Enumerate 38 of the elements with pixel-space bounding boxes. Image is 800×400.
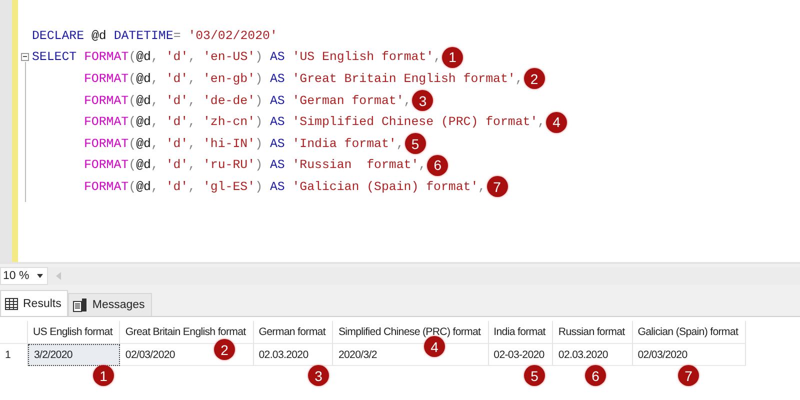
number-badge: 7: [678, 365, 699, 386]
message-document-icon: [73, 298, 88, 312]
number-badge: 5: [404, 133, 426, 154]
code-line: SELECT FORMAT(@d, 'd', 'en-US') AS 'US English format',: [32, 50, 442, 64]
caret-icon: [37, 274, 43, 278]
number-badge: 3: [308, 365, 329, 386]
column-header[interactable]: India format: [488, 321, 554, 344]
number-badge: 3: [412, 90, 434, 112]
grid-icon: [5, 298, 18, 310]
results-tab[interactable]: Results: [0, 290, 68, 316]
number-badge: 2: [214, 339, 235, 360]
zoom-dropdown[interactable]: 10 %: [0, 267, 48, 285]
number-badge: 6: [585, 365, 606, 386]
column-header[interactable]: Galician (Spain) format: [632, 321, 746, 344]
code-line: FORMAT(@d, 'd', 'ru-RU') AS 'Russian format',: [83, 158, 426, 172]
number-badge: 4: [546, 112, 568, 133]
header-corner: [0, 321, 28, 344]
code-line: FORMAT(@d, 'd', 'zh-cn') AS 'Simplified Chinese (PRC) format',: [83, 115, 546, 130]
number-badge: 4: [424, 336, 445, 357]
column-header[interactable]: German format: [254, 321, 334, 344]
column-header[interactable]: Russian format: [553, 321, 633, 344]
messages-tab[interactable]: Messages: [68, 293, 152, 316]
number-badge: 7: [486, 176, 508, 198]
code-line: FORMAT(@d, 'd', 'gl-ES') AS 'Galician (Spain) format',: [83, 180, 486, 194]
scrollbar[interactable]: [48, 267, 800, 285]
scroll-left-icon[interactable]: [56, 272, 61, 280]
number-badge: 1: [93, 365, 114, 386]
table-cell[interactable]: 02/03/2020: [632, 344, 746, 366]
number-badge: 5: [524, 365, 545, 386]
number-badge: 2: [524, 68, 545, 90]
table-cell[interactable]: 3/2/2020: [28, 344, 120, 366]
code-line: DECLARE @d DATETIME= '03/02/2020': [32, 28, 278, 43]
code-line: FORMAT(@d, 'd', 'en-gb') AS 'Great Britain English format',: [83, 72, 523, 86]
code-line: FORMAT(@d, 'd', 'de-de') AS 'German format',: [83, 94, 412, 108]
number-badge: 6: [427, 154, 448, 176]
collapse-icon[interactable]: [21, 52, 29, 61]
code-line: FORMAT(@d, 'd', 'hi-IN') AS 'India format',: [83, 136, 404, 151]
number-badge: 1: [442, 46, 464, 68]
